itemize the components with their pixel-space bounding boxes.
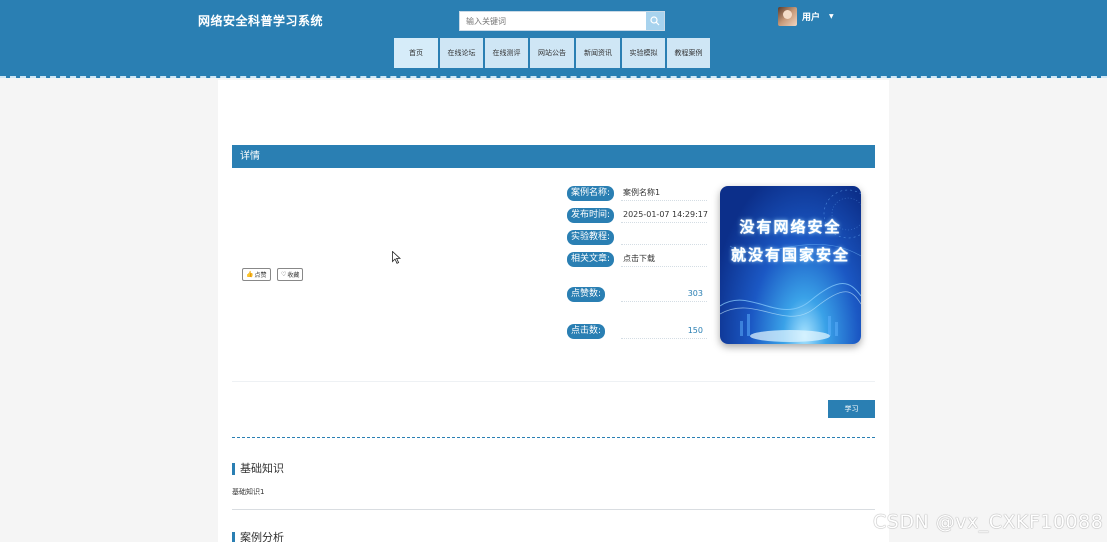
case-cover-image: 没有网络安全 就没有国家安全: [720, 186, 861, 344]
case-name-label: 案例名称:: [567, 186, 615, 201]
chevron-down-icon: ▼: [829, 13, 834, 20]
top-header: 网络安全科普学习系统 用户 ▼ 首页 在线论坛 在线测评 网站公告 新闻资讯 实…: [0, 0, 1107, 78]
main-nav: 首页 在线论坛 在线测评 网站公告 新闻资讯 实验模拟 教程案例: [394, 38, 710, 68]
likes-count-label: 点赞数:: [567, 287, 606, 302]
section-divider: [232, 509, 875, 510]
likes-count-value: 303: [621, 287, 707, 302]
related-article-label: 相关文章:: [567, 252, 615, 267]
user-menu[interactable]: 用户 ▼: [778, 7, 834, 26]
section-title-case-analysis: 案例分析: [232, 532, 284, 542]
search-button[interactable]: [646, 12, 664, 30]
cover-text-line1: 没有网络安全: [739, 218, 842, 236]
thumbs-up-icon: 👍: [246, 271, 254, 278]
publish-time-value: 2025-01-07 14:29:17: [621, 208, 708, 223]
nav-item-announcements[interactable]: 网站公告: [530, 38, 574, 68]
nav-item-assessment[interactable]: 在线测评: [485, 38, 528, 68]
search-icon: [650, 16, 660, 26]
main-content: 详情 👍 点赞 ♡ 收藏 案例名称: 案例名称1 发布时间: 2025-01-0…: [218, 80, 889, 542]
clicks-count-label: 点击数:: [567, 324, 606, 339]
search-input[interactable]: [460, 12, 646, 30]
nav-item-tutorial-cases[interactable]: 教程案例: [667, 38, 710, 68]
clicks-count-value: 150: [621, 324, 707, 339]
cover-text-line2: 就没有国家安全: [730, 246, 850, 264]
watermark: CSDN @vx_CXKF10088: [873, 511, 1104, 533]
heart-icon: ♡: [281, 271, 287, 278]
nav-item-news[interactable]: 新闻资讯: [576, 38, 620, 68]
collect-button[interactable]: ♡ 收藏: [277, 268, 304, 281]
search-box: [459, 11, 665, 31]
tutorial-label: 实验教程:: [567, 230, 615, 245]
dashed-divider: [232, 437, 875, 438]
divider: [232, 381, 875, 382]
download-link[interactable]: 点击下载: [621, 252, 707, 267]
case-name-value: 案例名称1: [621, 186, 707, 201]
collect-label: 收藏: [287, 272, 300, 279]
detail-header: 详情: [232, 145, 875, 168]
section-title-basics: 基础知识: [232, 463, 284, 475]
avatar: [778, 7, 797, 26]
user-label: 用户: [802, 13, 821, 23]
mouse-cursor-icon: [392, 251, 401, 264]
nav-item-home[interactable]: 首页: [394, 38, 438, 68]
nav-item-lab-simulation[interactable]: 实验模拟: [622, 38, 665, 68]
section-text-basics: 基础知识1: [232, 488, 265, 496]
site-title: 网络安全科普学习系统: [198, 14, 324, 28]
tutorial-value: [621, 230, 707, 245]
like-label: 点赞: [254, 272, 267, 279]
nav-item-forum[interactable]: 在线论坛: [440, 38, 483, 68]
publish-time-label: 发布时间:: [567, 208, 615, 223]
study-button[interactable]: 学习: [828, 400, 875, 418]
like-button[interactable]: 👍 点赞: [242, 268, 271, 281]
